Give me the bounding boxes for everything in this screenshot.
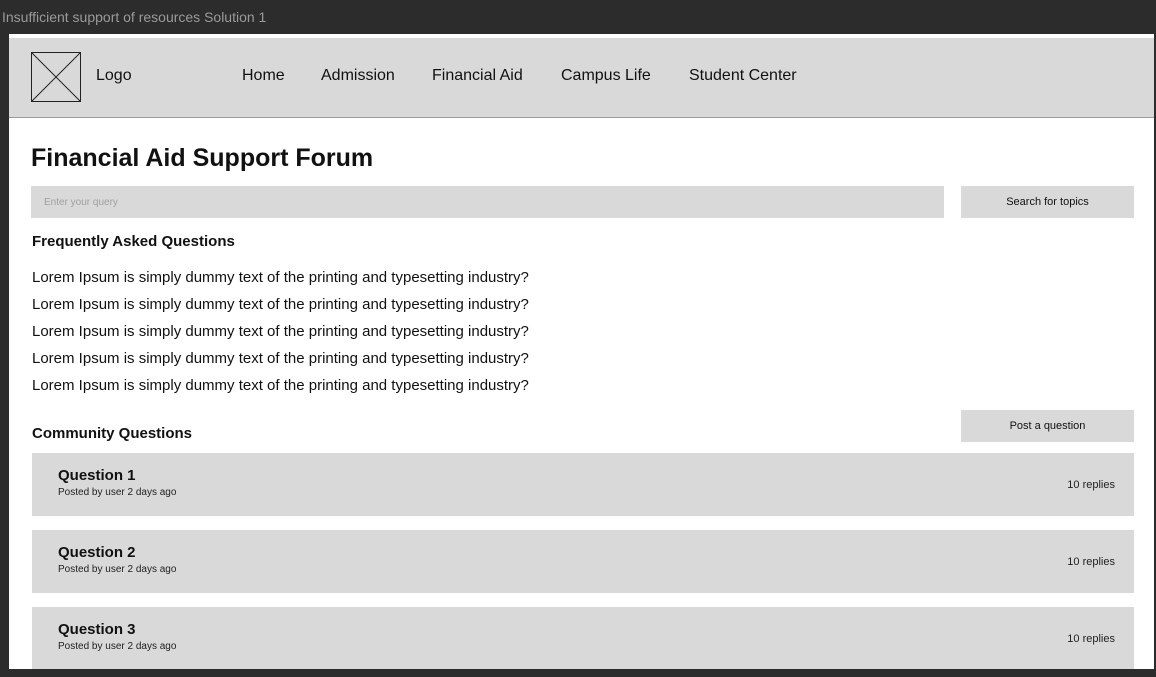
nav-link-student-center[interactable]: Student Center	[689, 66, 797, 86]
question-card[interactable]: Question 1 Posted by user 2 days ago 10 …	[32, 453, 1134, 516]
question-meta: Posted by user 2 days ago	[58, 641, 177, 652]
nav-link-admission[interactable]: Admission	[321, 66, 395, 86]
nav-link-financial-aid[interactable]: Financial Aid	[432, 66, 523, 86]
search-input[interactable]	[31, 186, 944, 218]
faq-item[interactable]: Lorem Ipsum is simply dummy text of the …	[32, 318, 529, 345]
question-meta: Posted by user 2 days ago	[58, 487, 177, 498]
faq-heading: Frequently Asked Questions	[32, 233, 235, 250]
window-title: Insufficient support of resources Soluti…	[0, 0, 1156, 34]
question-replies: 10 replies	[1067, 479, 1115, 491]
faq-item[interactable]: Lorem Ipsum is simply dummy text of the …	[32, 372, 529, 399]
question-title: Question 1	[58, 467, 136, 484]
faq-list: Lorem Ipsum is simply dummy text of the …	[32, 264, 529, 399]
question-card[interactable]: Question 3 Posted by user 2 days ago 10 …	[32, 607, 1134, 669]
question-title: Question 2	[58, 544, 136, 561]
top-navbar: Logo Home Admission Financial Aid Campus…	[9, 38, 1154, 118]
question-meta: Posted by user 2 days ago	[58, 564, 177, 575]
faq-item[interactable]: Lorem Ipsum is simply dummy text of the …	[32, 264, 529, 291]
search-button[interactable]: Search for topics	[961, 186, 1134, 218]
post-question-button[interactable]: Post a question	[961, 410, 1134, 442]
faq-item[interactable]: Lorem Ipsum is simply dummy text of the …	[32, 291, 529, 318]
nav-link-home[interactable]: Home	[242, 66, 285, 86]
logo-placeholder-graphic	[31, 52, 81, 102]
question-card[interactable]: Question 2 Posted by user 2 days ago 10 …	[32, 530, 1134, 593]
question-replies: 10 replies	[1067, 556, 1115, 568]
logo-label[interactable]: Logo	[96, 66, 132, 86]
community-question-list: Question 1 Posted by user 2 days ago 10 …	[32, 453, 1134, 669]
faq-item[interactable]: Lorem Ipsum is simply dummy text of the …	[32, 345, 529, 372]
community-questions-heading: Community Questions	[32, 425, 193, 442]
nav-link-campus-life[interactable]: Campus Life	[561, 66, 651, 86]
image-placeholder-icon[interactable]	[31, 52, 81, 102]
page-frame: Logo Home Admission Financial Aid Campus…	[9, 34, 1154, 669]
page-title: Financial Aid Support Forum	[31, 144, 374, 172]
question-title: Question 3	[58, 621, 136, 638]
question-replies: 10 replies	[1067, 633, 1115, 645]
